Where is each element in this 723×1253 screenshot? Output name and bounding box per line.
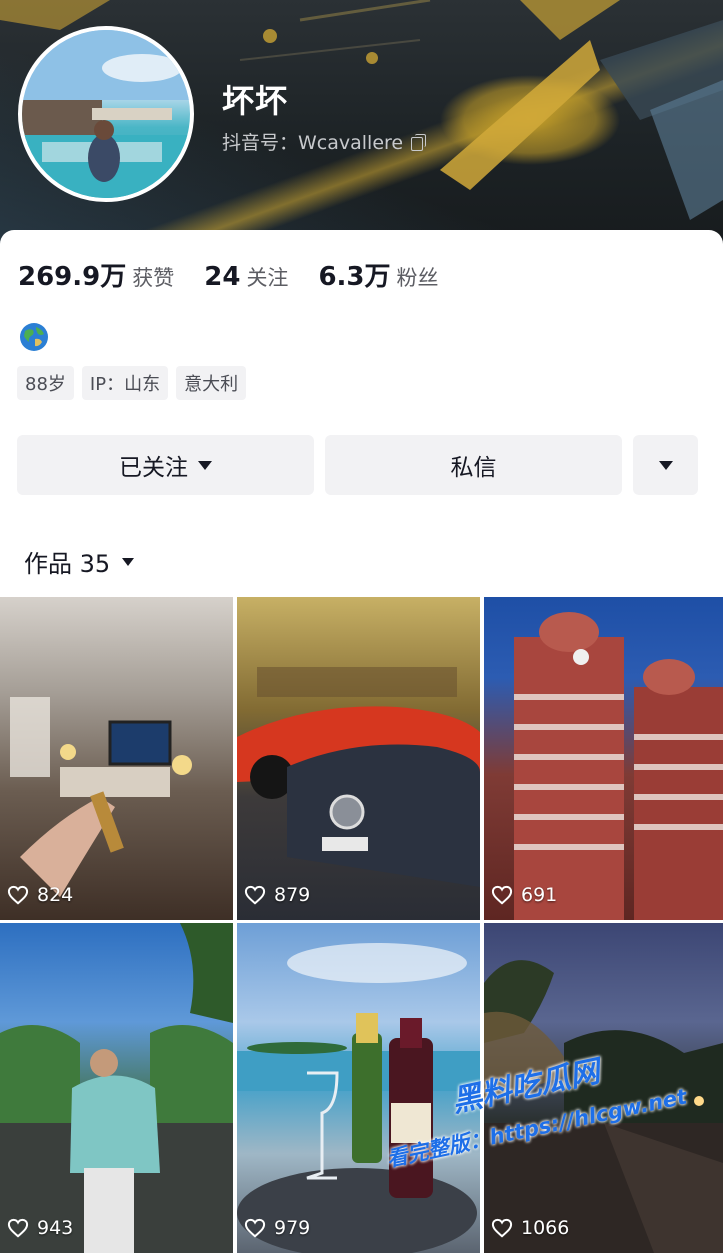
profile-banner: 坏坏 抖音号：Wcavallere: [0, 0, 723, 250]
tag-country: 意大利: [176, 366, 247, 400]
douyin-id[interactable]: 抖音号：Wcavallere: [222, 128, 427, 155]
video-like-count: 691: [491, 884, 557, 906]
thumbnail-red-white-mosque: [514, 612, 723, 920]
tab-works-label: 作品 35: [24, 550, 111, 578]
heart-icon: [491, 885, 513, 905]
video-thumbnail[interactable]: 979: [237, 923, 480, 1253]
chevron-down-icon: [198, 460, 212, 470]
copy-icon[interactable]: [411, 133, 427, 151]
video-like-value: 691: [521, 884, 558, 906]
video-thumbnail[interactable]: 879: [237, 597, 480, 920]
video-like-count: 1066: [491, 1217, 569, 1239]
stat-likes[interactable]: 269.9万 获赞: [18, 256, 174, 293]
video-thumbnail[interactable]: 824: [0, 597, 233, 920]
stat-likes-value: 269.9万: [18, 262, 127, 292]
video-like-value: 979: [274, 1217, 311, 1239]
video-like-value: 879: [274, 884, 311, 906]
thumbnail-night-resort: [484, 960, 723, 1253]
heart-icon: [491, 1218, 513, 1238]
video-like-count: 824: [7, 884, 73, 906]
message-button-label: 私信: [450, 455, 497, 481]
stat-following-value: 24: [204, 262, 241, 292]
video-thumbnail[interactable]: 691: [484, 597, 723, 920]
video-like-value: 943: [37, 1217, 74, 1239]
thumbnail-resort-man: [0, 923, 233, 1253]
thumbnail-wine-ocean: [237, 943, 480, 1253]
video-like-count: 879: [244, 884, 310, 906]
video-thumbnail[interactable]: 943: [0, 923, 233, 1253]
stat-following-label: 关注: [246, 266, 289, 290]
tag-age: 88岁: [17, 366, 74, 400]
video-like-count: 943: [7, 1217, 73, 1239]
thumbnail-supercars: [237, 667, 480, 887]
stat-following[interactable]: 24 关注: [204, 262, 288, 292]
avatar[interactable]: [18, 26, 194, 202]
video-like-value: 1066: [521, 1217, 570, 1239]
video-thumbnail[interactable]: 1066: [484, 923, 723, 1253]
profile-tags: 88岁 IP：山东 意大利: [17, 366, 247, 400]
message-button[interactable]: 私信: [325, 435, 622, 495]
douyin-id-text: 抖音号：Wcavallere: [222, 132, 404, 154]
thumbnail-hotel-room: [10, 697, 192, 897]
profile-nickname: 坏坏: [222, 82, 289, 120]
chevron-down-icon: [122, 557, 135, 566]
stat-followers-value: 6.3万: [318, 262, 391, 292]
globe-icon: [20, 323, 48, 351]
stat-likes-label: 获赞: [132, 266, 175, 290]
profile-stats: 269.9万 获赞 24 关注 6.3万 粉丝: [18, 256, 469, 293]
chevron-down-icon: [658, 460, 673, 470]
heart-icon: [7, 1218, 29, 1238]
followed-button-label: 已关注: [119, 455, 188, 481]
heart-icon: [244, 885, 266, 905]
profile-actions: 已关注 私信: [17, 435, 698, 495]
stat-followers[interactable]: 6.3万 粉丝: [318, 256, 438, 293]
tag-ip-location: IP：山东: [81, 366, 169, 400]
more-dropdown-button[interactable]: [633, 435, 698, 495]
heart-icon: [7, 885, 29, 905]
followed-button[interactable]: 已关注: [17, 435, 314, 495]
avatar-photo: [22, 30, 190, 198]
stat-followers-label: 粉丝: [396, 266, 439, 290]
heart-icon: [244, 1218, 266, 1238]
profile-card: 269.9万 获赞 24 关注 6.3万 粉丝 88岁 IP：山东 意大利 已关…: [0, 230, 723, 597]
video-like-value: 824: [37, 884, 74, 906]
tab-works[interactable]: 作品 35: [24, 544, 135, 579]
video-like-count: 979: [244, 1217, 310, 1239]
